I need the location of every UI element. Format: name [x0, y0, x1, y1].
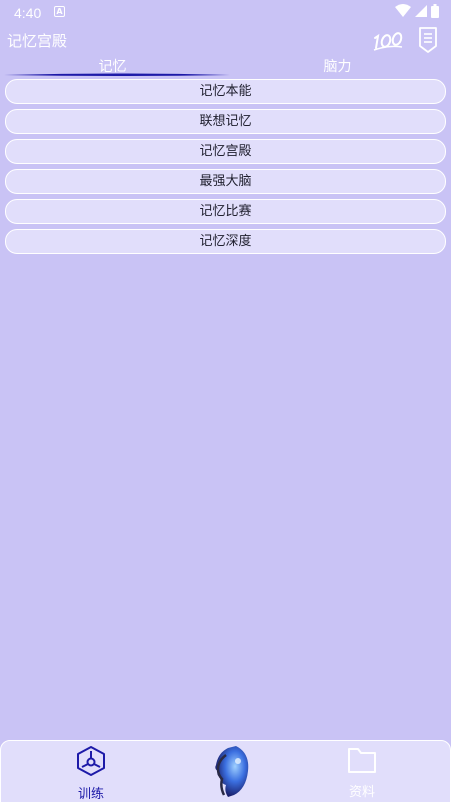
list-item-strongest-brain[interactable]: 最强大脑: [5, 169, 446, 194]
list-item-memory-competition[interactable]: 记忆比赛: [5, 199, 446, 224]
a-box-icon: A: [54, 6, 65, 17]
bottom-nav: 训练 资料: [0, 740, 451, 803]
list-item-memory-depth[interactable]: 记忆深度: [5, 229, 446, 254]
status-bar: 4:40 A: [0, 0, 451, 26]
battery-icon: [431, 4, 439, 18]
tab-indicator: [4, 73, 230, 76]
nav-train[interactable]: 训练: [61, 745, 121, 802]
memory-topic-list: 记忆本能 联想记忆 记忆宫殿 最强大脑 记忆比赛 记忆深度: [5, 79, 446, 259]
nav-train-label: 训练: [77, 787, 104, 802]
nav-data-label: 资料: [348, 785, 375, 800]
tab-brain[interactable]: 脑力: [225, 56, 450, 76]
list-item-associative-memory[interactable]: 联想记忆: [5, 109, 446, 134]
status-time: 4:40: [14, 5, 42, 21]
folder-icon: [348, 748, 376, 773]
nav-data[interactable]: 资料: [332, 745, 392, 800]
list-item-memory-palace[interactable]: 记忆宫殿: [5, 139, 446, 164]
app-title: 记忆宫殿: [7, 32, 68, 50]
training-icon: [77, 746, 105, 776]
cell-signal-icon: [415, 5, 427, 17]
status-icons: [395, 4, 439, 18]
document-list-icon[interactable]: [417, 26, 439, 54]
wifi-icon: [395, 4, 411, 17]
score-100-icon[interactable]: [372, 28, 404, 52]
list-item-memory-instinct[interactable]: 记忆本能: [5, 79, 446, 104]
brain-avatar-icon[interactable]: [206, 743, 250, 799]
